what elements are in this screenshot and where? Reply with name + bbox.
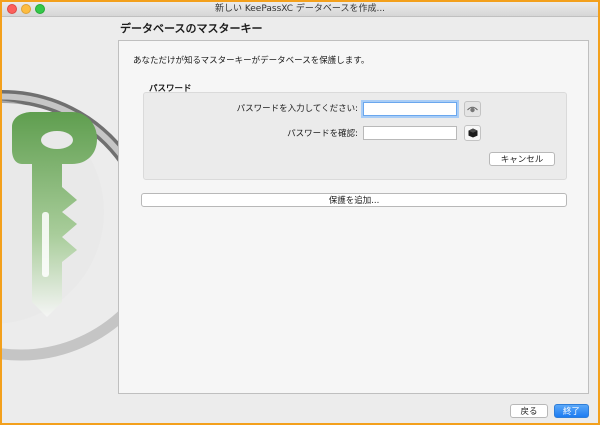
finish-button[interactable]: 終了	[554, 404, 589, 418]
page-title: データベースのマスターキー	[120, 22, 263, 35]
keepassxc-wizard-window: 新しい KeePassXC データベースを作成... データベースのマスターキー…	[2, 2, 598, 423]
confirm-password-input[interactable]	[363, 126, 457, 140]
back-button[interactable]: 戻る	[510, 404, 548, 418]
dice-icon	[468, 128, 477, 138]
add-protection-button[interactable]: 保護を追加...	[141, 193, 567, 207]
password-label: パスワードを入力してください:	[236, 104, 358, 114]
title-bar[interactable]: 新しい KeePassXC データベースを作成...	[2, 2, 598, 17]
page-description: あなただけが知るマスターキーがデータベースを保護します。	[133, 56, 370, 66]
eye-icon	[467, 106, 478, 112]
password-input[interactable]	[363, 102, 457, 116]
confirm-password-label: パスワードを確認:	[287, 129, 358, 139]
password-generator-button[interactable]	[464, 125, 481, 141]
content-panel: あなただけが知るマスターキーがデータベースを保護します。 パスワード パスワード…	[118, 40, 589, 394]
cancel-button[interactable]: キャンセル	[489, 152, 555, 166]
toggle-password-visibility-button[interactable]	[464, 101, 481, 117]
window-title: 新しい KeePassXC データベースを作成...	[214, 4, 386, 14]
password-group: パスワードを入力してください: パスワードを確認: キャンセル	[143, 92, 567, 180]
